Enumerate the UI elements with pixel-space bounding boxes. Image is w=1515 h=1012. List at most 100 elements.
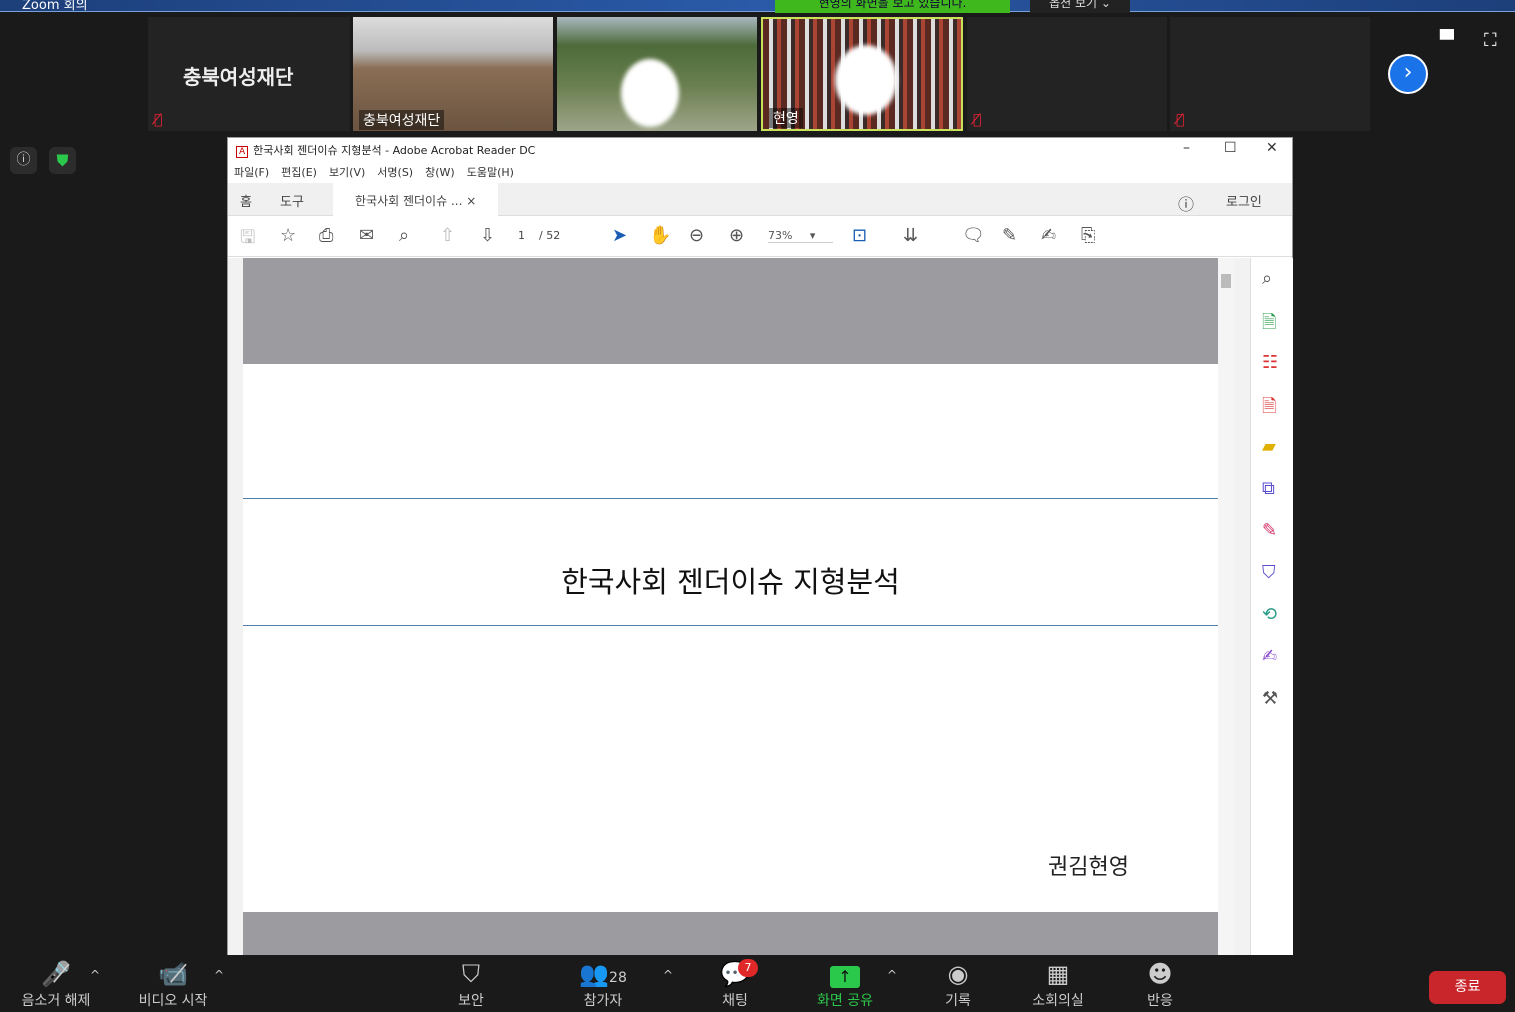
close-button[interactable]: ✕ (1266, 140, 1278, 156)
participants-button[interactable]: 👥28 참가자 (568, 960, 638, 1010)
hand-tool-icon[interactable]: ✋ (649, 225, 671, 246)
maximize-button[interactable]: ☐ (1224, 140, 1237, 156)
search-icon[interactable]: ⌕ (399, 225, 409, 246)
scroll-thumb[interactable] (1221, 274, 1231, 288)
video-off-icon: 📹̸ (158, 960, 188, 988)
next-page-icon[interactable]: ⇩ (480, 225, 495, 246)
search-tool-icon[interactable]: ⌕ (1262, 268, 1272, 289)
microphone-muted-icon: 🎤̸ (41, 960, 71, 988)
breakout-rooms-button[interactable]: ▦ 소회의실 (1023, 960, 1093, 1010)
document-title: 한국사회 젠더이슈 지형분석 (561, 565, 900, 599)
scroll-mode-icon[interactable]: ⇊ (903, 225, 918, 246)
save-icon[interactable]: 🖫 (240, 225, 255, 255)
prev-page-icon[interactable]: ⇧ (440, 225, 455, 246)
menu-sign[interactable]: 서명(S) (377, 166, 413, 179)
vertical-scrollbar[interactable] (1218, 258, 1234, 955)
fullscreen-icon[interactable]: ⛶ (1484, 30, 1497, 51)
comment-icon[interactable]: 🗨 (962, 225, 985, 246)
participant-name: 충북여성재단 (359, 110, 445, 130)
record-icon: ◉ (947, 960, 969, 988)
participant-tile[interactable]: 충북여성재단 (353, 17, 553, 131)
select-cursor-icon[interactable]: ➤ (612, 225, 627, 246)
share-file-icon[interactable]: ⎘ (1081, 225, 1095, 246)
security-button[interactable]: ⛉ 보안 (440, 960, 502, 1010)
menu-edit[interactable]: 편집(E) (281, 166, 317, 179)
blurred-face (621, 59, 679, 127)
share-screen-icon: ↑ (805, 960, 885, 990)
participant-tile[interactable]: 충북여성재단 🎙̸ (148, 17, 350, 131)
start-video-button[interactable]: 📹̸ 비디오 시작 (128, 960, 218, 1010)
video-options-caret[interactable]: ^ (214, 968, 224, 982)
help-icon[interactable]: ⓘ (1178, 191, 1194, 215)
create-pdf-icon[interactable]: 🗎 (1262, 394, 1276, 424)
view-options-button[interactable]: 옵션 보기 ⌄ (1030, 0, 1130, 13)
fill-sign-icon[interactable]: ✎ (1262, 520, 1277, 541)
share-options-caret[interactable]: ^ (887, 968, 897, 982)
more-tools-icon[interactable]: ⚒ (1262, 688, 1278, 709)
pdf-page: 한국사회 젠더이슈 지형분석 권김현영 (243, 364, 1218, 912)
bookmark-star-icon[interactable]: ☆ (280, 225, 296, 246)
acrobat-toolbar: 🖫 ☆ ⎙ ✉ ⌕ ⇧ ⇩ 1 / 52 ➤ ✋ ⊖ ⊕ 73% ▾ ⊡ ⇊ 🗨… (228, 217, 1292, 257)
zoom-in-icon[interactable]: ⊕ (729, 225, 744, 246)
share-screen-button[interactable]: ↑ 화면 공유 (805, 960, 885, 1010)
unmute-button[interactable]: 🎤̸ 음소거 해제 (10, 960, 102, 1010)
rule-line (243, 625, 1218, 626)
menu-help[interactable]: 도움말(H) (467, 166, 514, 179)
login-button[interactable]: 로그인 (1226, 191, 1262, 210)
shield-icon: ⛉ (462, 960, 480, 988)
rule-line (243, 498, 1218, 499)
page-gap (243, 912, 1218, 955)
page-gap (243, 258, 1218, 364)
acrobat-title: A 한국사회 젠더이슈 지형분석 - Adobe Acrobat Reader D… (236, 142, 535, 158)
menu-view[interactable]: 보기(V) (329, 166, 365, 179)
reaction-emoji-icon: ☻ (1147, 960, 1173, 988)
document-view[interactable]: 한국사회 젠더이슈 지형분석 권김현영 (228, 258, 1250, 955)
info-icon[interactable]: ⓘ (10, 147, 37, 174)
end-meeting-button[interactable]: 종료 (1429, 971, 1506, 1004)
combine-files-icon[interactable]: ⧉ (1262, 478, 1275, 499)
participant-tile[interactable]: 🎙̸ (1170, 17, 1370, 131)
menu-window[interactable]: 창(W) (425, 166, 455, 179)
participant-name: 현영 (769, 108, 803, 128)
protect-icon[interactable]: ⛉ (1262, 562, 1276, 583)
menu-file[interactable]: 파일(F) (234, 166, 269, 179)
app-title: Zoom 회의 (22, 0, 88, 13)
participants-options-caret[interactable]: ^ (663, 968, 673, 982)
participant-tile[interactable] (557, 17, 757, 131)
send-review-icon[interactable]: ⟲ (1262, 604, 1277, 625)
next-page-button[interactable]: › (1388, 54, 1428, 94)
reactions-button[interactable]: ☻ 반응 (1130, 960, 1190, 1010)
view-layout-icon[interactable]: ▀ (1440, 30, 1454, 51)
muted-icon: 🎙̸ (154, 112, 163, 128)
chat-unread-badge: 7 (738, 959, 758, 977)
organize-pages-icon[interactable]: ☷ (1262, 352, 1278, 373)
participant-name-large: 충북여성재단 (183, 65, 294, 89)
tab-tools[interactable]: 도구 (280, 191, 304, 210)
sign-icon[interactable]: ✍ (1041, 225, 1056, 246)
pdf-icon: A (236, 146, 249, 158)
zoom-out-icon[interactable]: ⊖ (689, 225, 704, 246)
menu-bar: 파일(F) 편집(E) 보기(V) 서명(S) 창(W) 도움말(H) (228, 164, 1292, 184)
page-number-input[interactable]: 1 / 52 (518, 229, 560, 242)
encryption-shield-icon[interactable]: ⛊ (49, 147, 76, 174)
email-icon[interactable]: ✉ (359, 225, 374, 246)
print-icon[interactable]: ⎙ (319, 225, 333, 246)
muted-icon: 🎙̸ (1176, 112, 1185, 128)
comment-tool-icon[interactable]: ▰ (1262, 436, 1276, 457)
highlight-pen-icon[interactable]: ✎ (1002, 225, 1017, 246)
minimize-button[interactable]: – (1183, 140, 1190, 156)
participant-tile-active[interactable]: 현영 (761, 17, 963, 131)
request-signature-icon[interactable]: ✍ (1262, 646, 1277, 667)
record-button[interactable]: ◉ 기록 (928, 960, 988, 1010)
participant-tile[interactable]: 🎙̸ (967, 17, 1167, 131)
export-pdf-icon[interactable]: 🗎 (1262, 310, 1276, 340)
audio-options-caret[interactable]: ^ (90, 968, 100, 982)
zoom-select[interactable]: 73% ▾ (768, 229, 833, 243)
participants-icon: 👥28 (579, 960, 627, 988)
tab-close-icon[interactable]: × (466, 194, 476, 208)
viewing-banner: 현영의 화면을 보고 있습니다. (775, 0, 1010, 13)
tab-document[interactable]: 한국사회 젠더이슈 ... × (333, 183, 498, 216)
document-author: 권김현영 (1048, 855, 1129, 880)
tab-home[interactable]: 홈 (240, 191, 252, 210)
fit-page-icon[interactable]: ⊡ (852, 225, 867, 246)
